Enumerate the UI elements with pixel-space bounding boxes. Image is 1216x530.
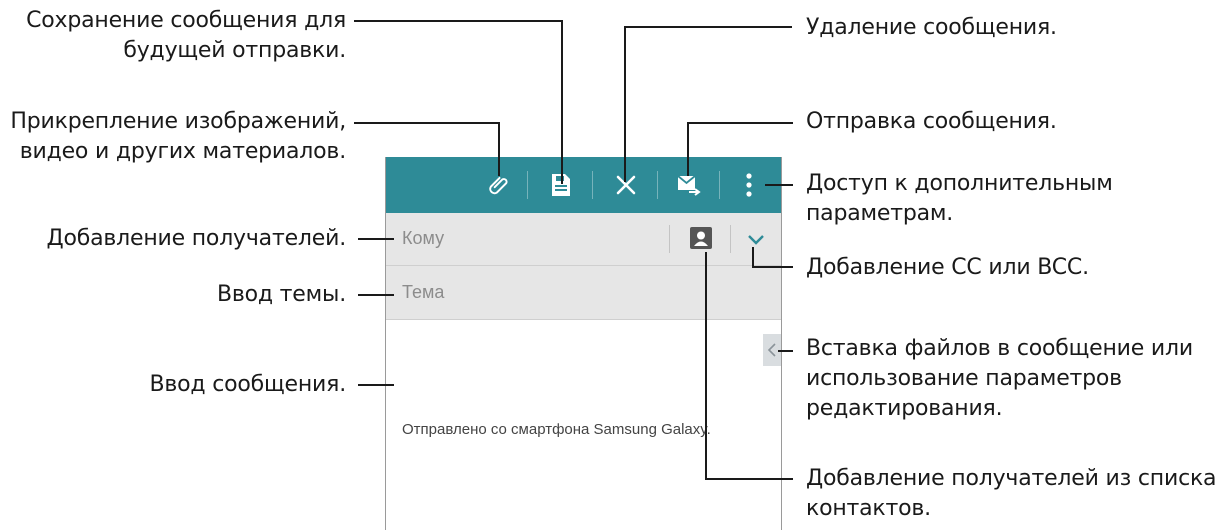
annotation-cc-bcc: Добавление CC или BCC. (806, 253, 1089, 283)
annotation-enter-message: Ввод сообщения. (149, 370, 347, 400)
annotation-save-line2: будущей отправки. (123, 38, 346, 63)
annotation-add-recipients: Добавление получателей. (46, 224, 346, 254)
toolbar-divider (527, 171, 528, 199)
annotation-cc-bcc-text: Добавление CC или BCC. (806, 255, 1089, 280)
annotation-attach-line2: видео и других материалов. (19, 139, 346, 164)
leader-line (561, 20, 563, 184)
message-body-signature[interactable]: Отправлено со смартфона Samsung Galaxy. (402, 421, 711, 438)
chevron-left-icon (767, 343, 776, 357)
annotation-send-text: Отправка сообщения. (806, 109, 1057, 134)
annotation-contacts-line2: контактов. (806, 496, 931, 521)
subject-field[interactable]: Тема (386, 266, 781, 320)
field-divider (669, 225, 670, 253)
annotation-save-line1: Сохранение сообщения для (26, 8, 346, 33)
annotation-send: Отправка сообщения. (806, 107, 1057, 137)
more-options-button[interactable] (729, 157, 769, 213)
annotation-more-line1: Доступ к дополнительным (806, 171, 1113, 196)
contact-icon (694, 231, 708, 246)
annotation-enter-subject: Ввод темы. (217, 280, 346, 310)
annotation-insert-line2: использование параметров (806, 366, 1122, 391)
to-field[interactable]: Кому (386, 213, 781, 266)
compose-toolbar (386, 157, 781, 213)
annotation-insert: Вставка файлов в сообщение или использов… (806, 334, 1193, 424)
annotation-contacts: Добавление получателей из списка контакт… (806, 464, 1216, 524)
annotation-delete-text: Удаление сообщения. (806, 15, 1057, 40)
chevron-down-icon (748, 235, 764, 245)
toolbar-divider (657, 171, 658, 199)
leader-line (752, 266, 793, 268)
toolbar-divider (719, 171, 720, 199)
leader-line (358, 238, 394, 240)
leader-line (358, 294, 394, 296)
leader-line (624, 26, 626, 182)
leader-line (354, 122, 500, 124)
annotation-delete: Удаление сообщения. (806, 13, 1057, 43)
leader-line (498, 122, 500, 176)
cc-bcc-button[interactable] (744, 227, 768, 251)
more-vert-icon (746, 173, 752, 197)
leader-line (705, 252, 707, 480)
send-mail-icon (677, 175, 701, 196)
annotation-more-line2: параметрам. (806, 201, 954, 226)
to-placeholder: Кому (402, 228, 445, 248)
compose-screen: Кому Тема Отправлено со смартфона Samsun… (385, 157, 782, 530)
leader-line (778, 350, 793, 352)
annotation-insert-line1: Вставка файлов в сообщение или (806, 336, 1193, 361)
annotation-add-recipients-text: Добавление получателей. (46, 226, 346, 251)
leader-line (765, 184, 793, 186)
close-icon (616, 175, 636, 195)
send-button[interactable] (669, 157, 709, 213)
annotation-attach: Прикрепление изображений, видео и других… (10, 107, 346, 167)
toolbar-divider (592, 171, 593, 199)
annotation-attach-line1: Прикрепление изображений, (10, 109, 346, 134)
subject-placeholder: Тема (402, 282, 445, 302)
annotation-insert-line3: редактирования. (806, 396, 1003, 421)
leader-line (687, 122, 793, 124)
leader-line (687, 122, 689, 176)
leader-line (624, 26, 792, 28)
annotation-enter-subject-text: Ввод темы. (216, 282, 346, 307)
annotation-contacts-line1: Добавление получателей из списка (806, 466, 1216, 491)
annotation-save: Сохранение сообщения для будущей отправк… (26, 6, 346, 66)
leader-line (752, 247, 754, 268)
delete-button[interactable] (606, 157, 646, 213)
contacts-button[interactable] (690, 227, 712, 249)
field-divider (730, 225, 731, 253)
annotation-enter-message-text: Ввод сообщения. (149, 372, 347, 397)
annotation-more: Доступ к дополнительным параметрам. (806, 169, 1113, 229)
leader-line (358, 384, 394, 386)
leader-line (705, 478, 793, 480)
leader-line (354, 20, 563, 22)
